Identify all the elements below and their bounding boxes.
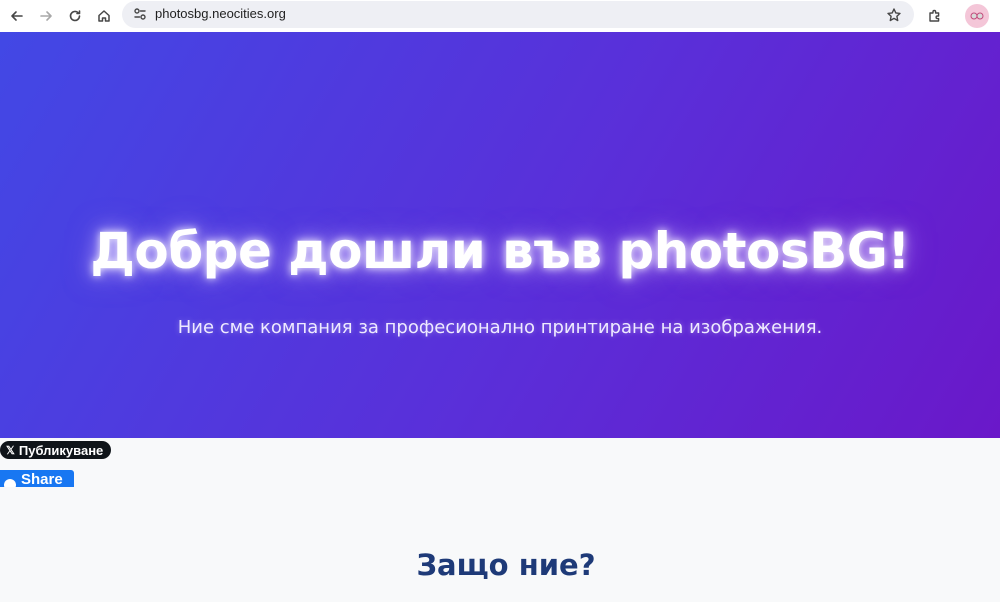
- x-logo-icon: 𝕏: [6, 444, 15, 457]
- arrow-right-icon: [40, 11, 52, 21]
- back-button[interactable]: [4, 3, 30, 29]
- url-text[interactable]: photosbg.neocities.org: [155, 6, 286, 21]
- puzzle-icon: [929, 9, 940, 22]
- arrow-left-icon: [11, 11, 23, 21]
- reload-icon: [69, 10, 81, 22]
- x-post-label: Публикуване: [18, 442, 104, 458]
- star-icon: [887, 8, 901, 22]
- tune-icon: [134, 8, 146, 20]
- address-bar[interactable]: photosbg.neocities.org: [122, 1, 914, 28]
- hero-section: Добре дошли във photosBG! Ние сме компан…: [0, 32, 1000, 438]
- facebook-share-label: Share: [21, 471, 63, 487]
- browser-toolbar: photosbg.neocities.org: [0, 0, 1000, 32]
- hero-subtitle: Ние сме компания за професионално принти…: [177, 317, 823, 338]
- hero-title: Добре дошли във photosBG!: [90, 222, 910, 280]
- profile-avatar[interactable]: [965, 4, 989, 28]
- reload-button[interactable]: [62, 3, 88, 29]
- bookmark-button[interactable]: [884, 5, 904, 25]
- home-icon: [98, 10, 110, 22]
- section-title: Защо ние?: [416, 548, 596, 582]
- site-info-button[interactable]: [130, 4, 150, 24]
- x-post-button[interactable]: 𝕏 Публикуване: [0, 441, 112, 459]
- avatar-icon: [970, 12, 984, 20]
- home-button[interactable]: [91, 3, 117, 29]
- forward-button[interactable]: [33, 3, 59, 29]
- facebook-icon: [4, 479, 16, 487]
- facebook-share-button[interactable]: Share: [0, 470, 74, 487]
- extensions-button[interactable]: [922, 3, 948, 29]
